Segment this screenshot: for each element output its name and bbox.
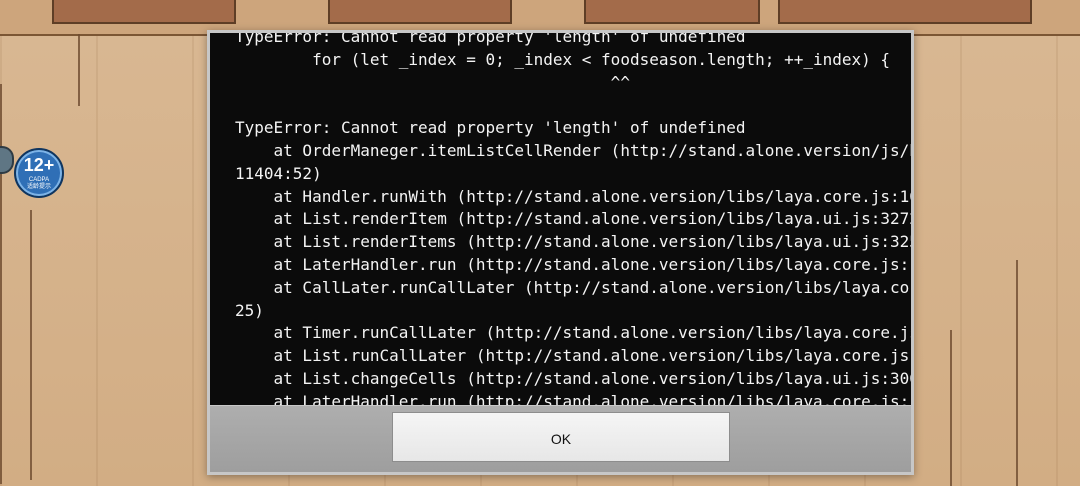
background-window	[52, 0, 236, 24]
background-window	[328, 0, 512, 24]
stack-line: at LaterHandler.run (http://stand.alone.…	[273, 254, 911, 274]
age-rating-badge: 12+ CADPA 适龄提示	[14, 148, 64, 198]
age-rating-label: 12+	[23, 155, 55, 175]
stack-line: 25)	[235, 300, 264, 320]
error-line: TypeError: Cannot read property 'length'…	[235, 33, 746, 46]
error-message-area: TypeError: Cannot read property 'length'…	[210, 33, 911, 405]
background-crack	[950, 330, 952, 486]
background-crack	[78, 34, 80, 106]
stack-line: at List.renderItem (http://stand.alone.v…	[235, 209, 911, 229]
error-line: for (let _index = 0; _index < foodseason…	[235, 49, 891, 69]
stack-line: at List.runCallLater (http://stand.alone…	[273, 346, 911, 366]
stack-line: at CallLater.runCallLater (http://stand.…	[273, 277, 911, 297]
background-window	[584, 0, 760, 24]
stack-line: at Handler.runWith (http://stand.alone.v…	[235, 186, 911, 206]
stack-line: 11404:52)	[235, 163, 322, 183]
dialog-footer: OK	[210, 405, 911, 472]
background-crack	[30, 210, 32, 480]
ok-button[interactable]: OK	[392, 412, 730, 462]
error-line: TypeError: Cannot read property 'length'…	[235, 118, 746, 138]
background-window	[778, 0, 1032, 24]
stack-line: at LaterHandler.run (http://stand.alone.…	[273, 391, 911, 405]
age-rating-note: 适龄提示	[26, 184, 51, 190]
error-message: TypeError: Cannot read property 'length'…	[235, 33, 911, 405]
age-rating-org: CADPA	[28, 177, 50, 183]
stack-line: at OrderManeger.itemListCellRender (http…	[273, 140, 911, 160]
background-crack	[0, 84, 2, 484]
background-crack	[1016, 260, 1018, 486]
stack-line: at List.renderItems (http://stand.alone.…	[235, 232, 911, 252]
stack-line: at List.changeCells (http://stand.alone.…	[235, 368, 911, 388]
error-caret: ^^	[235, 72, 630, 92]
error-dialog: TypeError: Cannot read property 'length'…	[207, 30, 914, 475]
stack-line: at Timer.runCallLater (http://stand.alon…	[273, 323, 911, 343]
